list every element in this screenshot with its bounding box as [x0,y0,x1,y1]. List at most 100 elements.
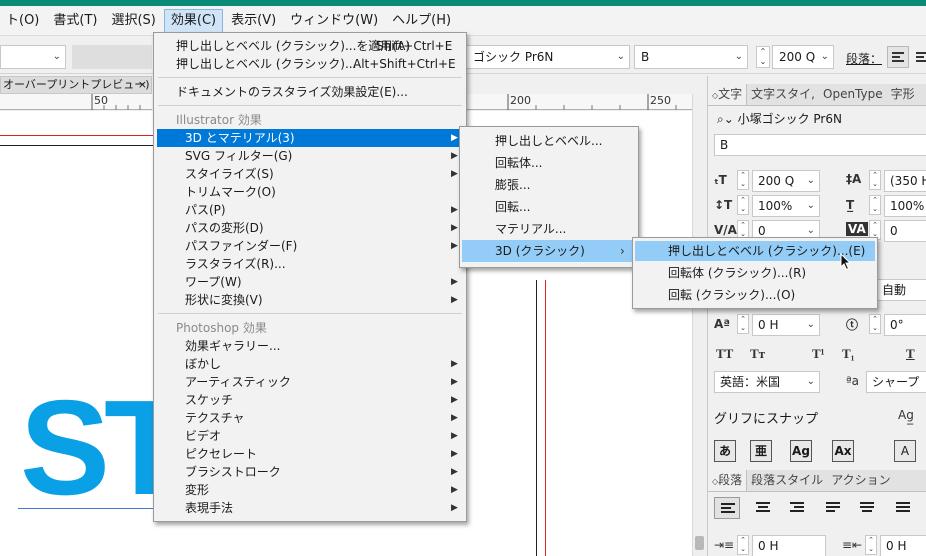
menu-effect[interactable]: 効果(C) [163,8,224,33]
menu-item-extrude-classic[interactable]: 押し出しとベベル (クラシック)... Alt+Shift+Ctrl+E [154,55,466,73]
panel-baseline-shift[interactable]: 0 H ⌄ [752,314,820,336]
control-font-family[interactable]: ゴシック Pr6N ⌄ [466,45,630,69]
small-caps-button[interactable]: Tт [750,346,765,362]
menu-item-distort-transform[interactable]: パスの変形(D) ▶ [154,219,466,237]
control-paragraph-label[interactable]: 段落： [846,50,882,67]
vscale-spinner[interactable]: ⌃ ⌄ [737,195,749,215]
menu-item-rotate-classic[interactable]: 回転 (クラシック)...(O) [633,286,877,304]
menu-item-svg-filters[interactable]: SVG フィルター(G) ▶ [154,147,466,165]
menu-item-warp[interactable]: ワープ(W) ▶ [154,273,466,291]
menu-view[interactable]: 表示(V) [225,9,282,33]
document-tab[interactable]: オーバープリントプレビュー) × [0,76,152,94]
para-align-left-button[interactable] [714,497,740,519]
tab-character-style[interactable]: 文字スタイ, [747,84,819,105]
menu-item-pixelate[interactable]: ピクセレート ▶ [154,445,466,463]
para-align-center-button[interactable] [750,497,776,519]
menu-item-brush-strokes[interactable]: ブラシストローク ▶ [154,463,466,481]
ruler-left: 50 [0,94,152,110]
size-spinner[interactable]: ⌃ ⌄ [737,170,749,190]
menu-item-materials[interactable]: マテリアル... [460,220,638,238]
tab-opentype[interactable]: OpenType [819,84,887,105]
underline-button[interactable]: T [906,346,915,362]
control-size-spinner[interactable]: ⌃ ⌄ [756,46,770,68]
panel-language[interactable]: 英語：米国 ⌄ [714,371,820,393]
tab-glyphs[interactable]: 字形 [887,84,919,105]
menu-item-effect-gallery[interactable]: 効果ギャラリー... [154,337,466,355]
snap-glyph-bounds-icon[interactable]: Ag [790,440,812,462]
tab-character[interactable]: ◇ 文字 [708,84,748,105]
all-caps-button[interactable]: TT [716,346,733,362]
control-dropdown-left[interactable]: ⌄ [0,45,66,69]
panel-rotation[interactable]: 0° [884,314,926,336]
menu-item-trim-marks[interactable]: トリムマーク(O) [154,183,466,201]
snap-options-icon[interactable]: Ag̲ [898,408,914,422]
panel-horizontal-scale[interactable]: 100% [884,195,926,217]
hscale-spinner[interactable]: ⌃ ⌄ [869,195,881,215]
close-icon[interactable]: × [138,77,147,93]
menu-item-path[interactable]: パス(P) ▶ [154,201,466,219]
menu-select[interactable]: 選択(S) [105,9,161,33]
subscript-button[interactable]: T₁ [842,346,855,362]
menu-item-sketch[interactable]: スケッチ ▶ [154,391,466,409]
panel-vertical-scale-value: 100% [758,199,793,213]
align-center-button[interactable] [911,46,926,68]
scrollbar-thumb[interactable] [695,536,704,550]
panel-font-size[interactable]: 200 Q ⌄ [752,170,820,192]
menu-item-apply-extrude[interactable]: 押し出しとベベル (クラシック)...を適用(A) Shift+Ctrl+E [154,37,466,55]
panel-font-style[interactable]: B [714,134,926,156]
panel-leading[interactable]: (350 H [884,170,926,192]
para-justify-center-button[interactable] [854,497,880,519]
snap-hiragana-icon[interactable]: あ [714,440,736,462]
baseline-spinner[interactable]: ⌃ ⌄ [737,314,749,334]
menu-item-extrude-bevel-classic[interactable]: 押し出しとベベル (クラシック)...(E) [635,241,875,261]
menu-item-artistic[interactable]: アーティスティック ▶ [154,373,466,391]
tab-paragraph-style[interactable]: 段落スタイル [747,470,827,491]
panel-font-family[interactable]: ⌕⌄ 小塚ゴシック Pr6N [712,109,926,131]
vertical-scrollbar[interactable] [692,94,706,556]
para-justify-all-button[interactable] [890,497,916,519]
snap-kanji-icon[interactable]: 亜 [750,440,772,462]
menu-item-blur[interactable]: ぼかし ▶ [154,355,466,373]
menu-type[interactable]: ト(O) [0,9,45,33]
superscript-button[interactable]: T¹ [812,346,825,362]
panel-right-indent[interactable]: 0 H [880,535,926,556]
menu-item-extrude-bevel[interactable]: 押し出しとベベル... [460,132,638,150]
menu-item-pathfinder[interactable]: パスファインダー(F) ▶ [154,237,466,255]
tab-actions[interactable]: アクション [827,470,894,491]
tab-paragraph[interactable]: ◇ 段落 [708,470,748,491]
menu-item-rasterize[interactable]: ラスタライズ(R)... [154,255,466,273]
panel-left-indent[interactable]: 0 H [752,535,826,556]
control-font-style[interactable]: B ⌄ [634,45,748,69]
snap-proximity-icon[interactable]: Ax [832,440,854,462]
panel-vertical-scale[interactable]: 100% ⌄ [752,195,820,217]
rotation-spinner[interactable]: ⌃ ⌄ [869,314,881,334]
panel-auto-spacing[interactable]: 自動 [876,279,926,301]
menu-format[interactable]: 書式(T) [47,9,103,33]
menu-item-revolve[interactable]: 回転体... [460,154,638,172]
menu-item-distort[interactable]: 変形 ▶ [154,481,466,499]
right-indent-spinner[interactable]: ⌃ ⌄ [865,535,877,555]
menu-item-raster-settings[interactable]: ドキュメントのラスタライズ効果設定(E)... [154,83,466,101]
control-font-size[interactable]: 200 Q ⌄ [772,45,834,69]
align-left-button[interactable] [887,46,909,68]
menu-item-video[interactable]: ビデオ ▶ [154,427,466,445]
menu-item-texture[interactable]: テクスチャ ▶ [154,409,466,427]
para-justify-left-button[interactable] [820,497,846,519]
menu-window[interactable]: ウィンドウ(W) [284,9,384,33]
menu-item-3d-materials[interactable]: 3D とマテリアル(3) ▶ [157,129,463,147]
menu-item-3d-classic[interactable]: 3D (クラシック) › [462,240,636,262]
menu-item-convert-to-shape[interactable]: 形状に変換(V) ▶ [154,291,466,309]
left-indent-spinner[interactable]: ⌃ ⌄ [737,535,749,555]
menu-item-stylize-ps[interactable]: 表現手法 ▶ [154,499,466,517]
panel-baseline-shift-value: 0 H [758,318,779,332]
menu-item-stylize[interactable]: スタイライズ(S) ▶ [154,165,466,183]
panel-tracking[interactable]: 0 [884,220,926,242]
para-align-right-button[interactable] [784,497,810,519]
snap-angular-icon[interactable]: A [894,440,916,462]
panel-antialias[interactable]: シャープ [866,371,926,393]
panel-rotation-value: 0° [890,318,904,332]
menu-item-inflate[interactable]: 膨張... [460,176,638,194]
leading-spinner[interactable]: ⌃ ⌄ [869,170,881,190]
menu-help[interactable]: ヘルプ(H) [386,9,457,33]
menu-item-rotate[interactable]: 回転... [460,198,638,216]
